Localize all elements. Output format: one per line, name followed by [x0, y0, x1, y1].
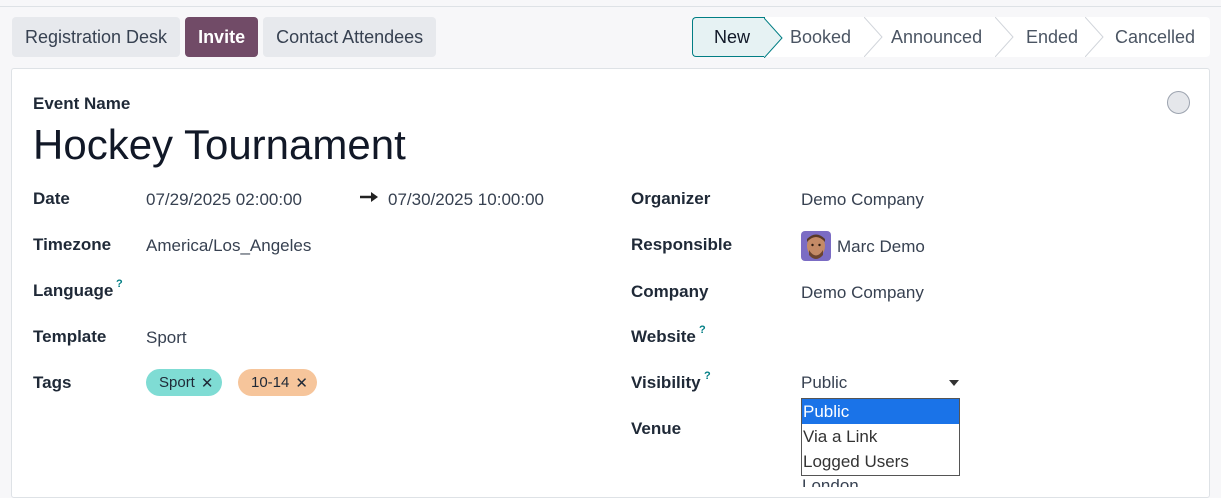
- language-label: Language: [33, 281, 114, 300]
- avatar: [801, 231, 831, 261]
- action-bar: Registration Desk Invite Contact Attende…: [12, 17, 437, 57]
- tag-10-14: 10-14 ✕: [238, 369, 317, 396]
- stage-statusbar: New Booked Announced Ended Cancelled: [692, 17, 1210, 58]
- caret-down-icon: [949, 380, 959, 386]
- chevron-right-icon: [995, 17, 1014, 57]
- stage-label: Announced: [891, 26, 983, 47]
- tags-label: Tags: [33, 373, 72, 392]
- company-field[interactable]: Demo Company: [801, 283, 924, 303]
- event-form-sheet: Event Name Hockey Tournament Date 07/29/…: [11, 68, 1210, 498]
- visibility-label: Visibility: [631, 373, 701, 392]
- visibility-value: Public: [801, 373, 848, 392]
- tag-label: 10-14: [251, 374, 290, 391]
- chevron-right-icon: [1085, 17, 1104, 57]
- remove-tag-icon[interactable]: ✕: [201, 374, 214, 392]
- company-label: Company: [631, 282, 709, 301]
- help-icon[interactable]: ?: [704, 370, 711, 382]
- timezone-field[interactable]: America/Los_Angeles: [146, 236, 311, 256]
- template-label: Template: [33, 327, 107, 346]
- option-logged-users[interactable]: Logged Users: [802, 449, 959, 474]
- kanban-state-icon[interactable]: [1167, 91, 1190, 114]
- registration-desk-button[interactable]: Registration Desk: [12, 17, 181, 57]
- event-name-field[interactable]: Hockey Tournament: [33, 121, 406, 169]
- template-field[interactable]: Sport: [146, 328, 187, 348]
- visibility-select[interactable]: Public: [801, 373, 961, 395]
- arrow-right-icon: [360, 192, 378, 202]
- timezone-label: Timezone: [33, 235, 112, 254]
- chevron-right-icon: [764, 18, 783, 58]
- option-via-a-link[interactable]: Via a Link: [802, 424, 959, 449]
- organizer-label: Organizer: [631, 189, 711, 208]
- tag-sport: Sport ✕: [146, 369, 223, 396]
- stage-label: Booked: [790, 26, 852, 47]
- website-label: Website: [631, 327, 696, 346]
- invite-button[interactable]: Invite: [185, 17, 259, 57]
- stage-cancelled[interactable]: Cancelled: [1086, 17, 1210, 57]
- visibility-dropdown: Public Via a Link Logged Users: [801, 398, 960, 476]
- chevron-right-icon: [864, 17, 883, 57]
- responsible-label: Responsible: [631, 235, 733, 254]
- venue-field[interactable]: London: [802, 475, 859, 487]
- tag-label: Sport: [159, 374, 195, 391]
- organizer-field[interactable]: Demo Company: [801, 190, 924, 210]
- date-end-field[interactable]: 07/30/2025 10:00:00: [388, 190, 544, 210]
- help-icon[interactable]: ?: [116, 278, 123, 290]
- responsible-field[interactable]: Marc Demo: [837, 237, 925, 257]
- stage-label: Cancelled: [1115, 26, 1196, 47]
- remove-tag-icon[interactable]: ✕: [295, 374, 308, 392]
- date-label: Date: [33, 189, 70, 208]
- option-public[interactable]: Public: [802, 399, 959, 424]
- stage-new[interactable]: New: [692, 17, 783, 58]
- help-icon[interactable]: ?: [699, 324, 706, 336]
- top-divider: [0, 6, 1221, 7]
- date-begin-field[interactable]: 07/29/2025 02:00:00: [146, 190, 302, 210]
- contact-attendees-button[interactable]: Contact Attendees: [263, 17, 437, 57]
- event-name-label: Event Name: [33, 94, 131, 113]
- stage-label: New: [714, 26, 751, 47]
- stage-announced[interactable]: Announced: [865, 17, 1014, 57]
- venue-label: Venue: [631, 419, 682, 438]
- stage-label: Ended: [1026, 26, 1079, 47]
